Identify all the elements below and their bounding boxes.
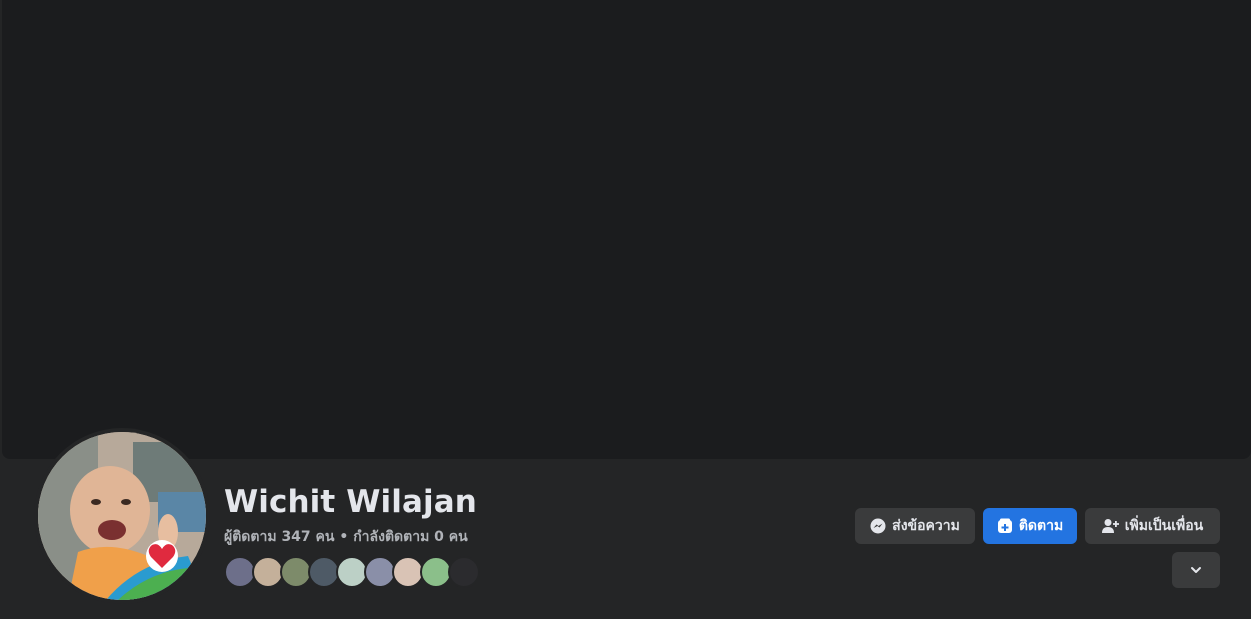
add-friend-button[interactable]: เพิ่มเป็นเพื่อน [1085,508,1220,544]
follow-stats: ผู้ติดตาม 347 คน • กำลังติดตาม 0 คน [224,526,468,548]
more-options-button[interactable] [1172,552,1220,588]
send-message-button[interactable]: ส่งข้อความ [855,508,975,544]
profile-name: Wichit Wilajan [224,484,477,520]
follow-icon [997,518,1013,534]
profile-header: Wichit Wilajan ผู้ติดตาม 347 คน • กำลังต… [0,0,1251,619]
chevron-down-icon [1189,563,1203,577]
profile-picture[interactable] [38,432,206,600]
followers-count[interactable]: ผู้ติดตาม 347 คน [224,529,334,545]
profile-picture-image [38,432,206,600]
add-friend-label: เพิ่มเป็นเพื่อน [1124,518,1204,534]
messenger-icon [870,518,886,534]
stats-separator: • [339,529,349,545]
following-count[interactable]: กำลังติดตาม 0 คน [353,529,468,545]
follower-avatars [224,556,480,588]
follow-label: ติดตาม [1018,518,1064,534]
cover-photo[interactable] [2,0,1251,459]
follow-button[interactable]: ติดตาม [983,508,1077,544]
follower-avatar[interactable] [448,556,480,588]
add-friend-icon [1101,518,1119,534]
send-message-label: ส่งข้อความ [892,518,960,534]
